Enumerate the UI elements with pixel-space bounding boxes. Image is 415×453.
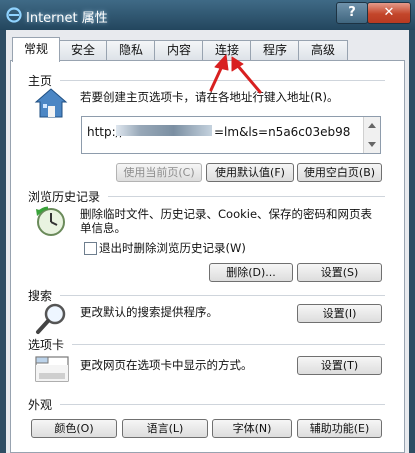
appearance-heading: 外观 <box>28 398 53 412</box>
tabs-heading: 选项卡 <box>28 338 65 352</box>
house-icon <box>34 88 68 118</box>
internet-explorer-icon <box>6 7 22 23</box>
delete-history-button[interactable]: 删除(D)... <box>209 263 293 282</box>
delete-on-exit-label: 退出时删除浏览历史记录(W) <box>99 241 246 255</box>
use-current-button[interactable]: 使用当前页(C) <box>116 163 202 182</box>
search-separator <box>60 295 385 296</box>
history-clock-icon <box>36 206 65 236</box>
history-separator <box>108 196 385 197</box>
search-description: 更改默认的搜索提供程序。 <box>80 305 218 319</box>
search-settings-button[interactable]: 设置(I) <box>297 304 382 323</box>
delete-on-exit-checkbox[interactable] <box>84 242 97 255</box>
tabs-settings-button[interactable]: 设置(T) <box>297 356 382 375</box>
redacted-url-part <box>116 125 212 136</box>
accessibility-button[interactable]: 辅助功能(E) <box>297 419 382 438</box>
use-default-button[interactable]: 使用默认值(F) <box>206 163 294 182</box>
history-description: 删除临时文件、历史记录、Cookie、保存的密码和网页表单信息。 <box>80 207 373 235</box>
languages-button[interactable]: 语言(L) <box>122 419 208 438</box>
home-page-address-box[interactable]: http:// =lm&ls=n5a6c03eb98 <box>81 116 381 154</box>
scroll-up-icon[interactable] <box>368 123 376 128</box>
colors-button[interactable]: 颜色(O) <box>31 419 117 438</box>
close-button[interactable]: ✕ <box>367 2 411 24</box>
tab-general[interactable]: 常规 <box>12 37 60 62</box>
address-scrollbar[interactable] <box>363 117 380 153</box>
home-url-suffix: =lm&ls=n5a6c03eb98 <box>214 125 351 139</box>
window-title: Internet 属性 <box>26 11 108 26</box>
use-blank-button[interactable]: 使用空白页(B) <box>297 163 382 182</box>
history-heading: 浏览历史记录 <box>28 190 101 204</box>
help-button[interactable]: ? <box>336 2 368 24</box>
scroll-down-icon[interactable] <box>368 142 376 147</box>
tab-privacy[interactable]: 隐私 <box>106 40 156 61</box>
tabbed-window-icon <box>35 356 69 382</box>
tab-security[interactable]: 安全 <box>58 40 108 61</box>
appearance-separator <box>60 404 385 405</box>
magnifier-icon <box>36 303 66 334</box>
annotation-arrows <box>209 54 262 94</box>
tab-advanced[interactable]: 高级 <box>298 40 348 61</box>
tabs-description: 更改网页在选项卡中显示的方式。 <box>80 358 253 372</box>
tabs-separator <box>72 344 385 345</box>
fonts-button[interactable]: 字体(N) <box>212 419 292 438</box>
history-settings-button[interactable]: 设置(S) <box>297 263 382 282</box>
